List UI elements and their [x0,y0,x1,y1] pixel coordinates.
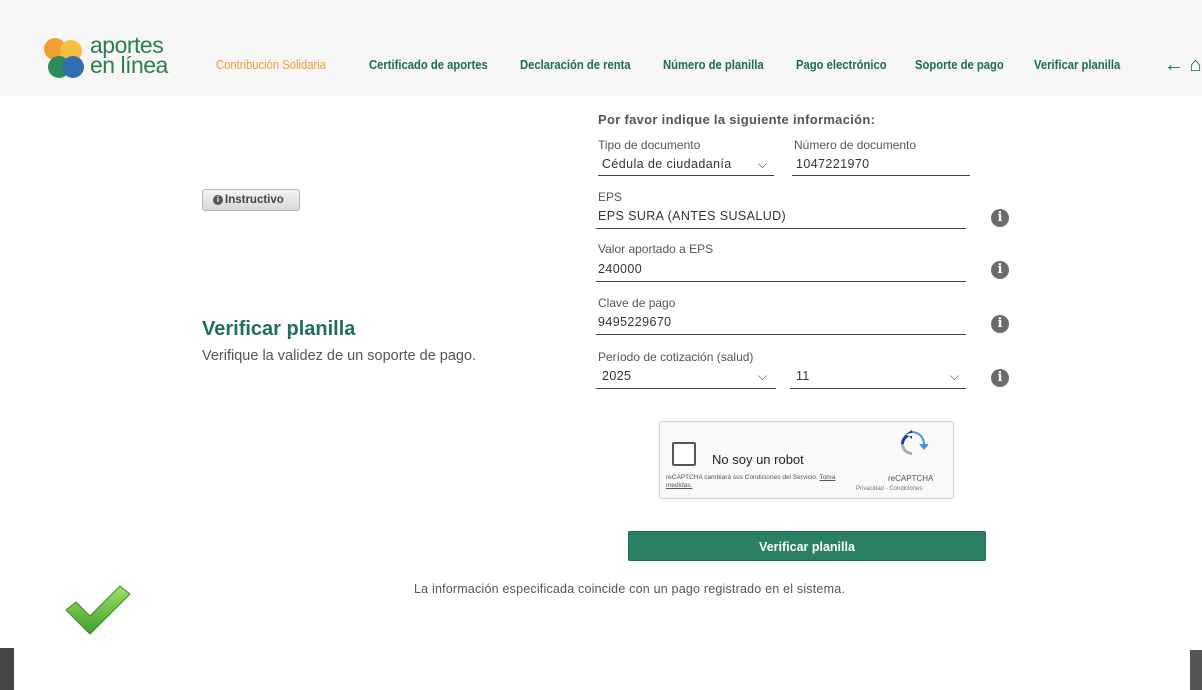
instructivo-button[interactable]: i Instructivo [202,189,300,211]
recaptcha-widget: No soy un robot reCAPTCHA cambiará sus C… [659,421,954,499]
periodo-month-underline [790,388,966,389]
clave-label: Clave de pago [598,296,676,310]
nav-numero-de-planilla[interactable]: Número de planilla [663,58,764,72]
clave-info-icon[interactable]: i [991,315,1009,333]
aportes-en-linea-logo[interactable]: aportes en línea [44,34,174,86]
page-subtitle: Verifique la validez de un soporte de pa… [202,348,477,364]
eps-info-icon[interactable]: i [991,209,1009,227]
nav-certificado-de-aportes[interactable]: Certificado de aportes [369,58,488,72]
valor-input[interactable]: 240000 [598,262,642,276]
right-edge-block [1190,650,1202,690]
eps-underline [596,228,966,229]
nav-declaracion-de-renta[interactable]: Declaración de renta [520,58,631,72]
doc-number-underline [792,175,970,176]
periodo-month-select[interactable]: 11 [796,369,810,383]
recaptcha-label: No soy un robot [712,452,804,467]
recaptcha-brand: reCAPTCHA [888,474,934,483]
logo-dot-blue [62,56,84,78]
doc-type-select[interactable]: Cédula de ciudadanía [602,157,732,171]
doc-type-label: Tipo de documento [598,138,701,152]
verificar-planilla-button[interactable]: Verificar planilla [628,531,986,561]
valor-info-icon[interactable]: i [991,261,1009,279]
result-message: La información especificada coincide con… [414,582,846,596]
left-edge-block [0,648,14,690]
clave-underline [596,334,966,335]
page-title: Verificar planilla [202,318,356,340]
top-bar: aportes en línea Contribución Solidaria … [0,0,1202,96]
doc-type-underline [598,175,774,176]
form-prompt: Por favor indique la siguiente informaci… [598,112,876,127]
recaptcha-terms[interactable]: Privacidad - Condiciones [856,486,922,492]
chevron-down-icon[interactable]: ⌵ [758,369,767,384]
doc-number-input[interactable]: 1047221970 [796,157,870,171]
valor-underline [596,281,966,282]
eps-label: EPS [598,190,623,204]
nav-pago-electronico[interactable]: Pago electrónico [796,58,887,72]
logo-text-line2: en línea [90,52,168,78]
chevron-down-icon[interactable]: ⌵ [758,157,767,172]
periodo-info-icon[interactable]: i [991,369,1009,387]
eps-input[interactable]: EPS SURA (ANTES SUSALUD) [598,209,786,223]
periodo-label: Período de cotización (salud) [598,350,754,364]
instructivo-label: Instructivo [225,194,284,206]
info-icon: i [213,195,223,205]
nav-verificar-planilla[interactable]: Verificar planilla [1034,58,1120,72]
recaptcha-notice-text: reCAPTCHA cambiará sus Condiciones del S… [666,474,818,481]
valor-label: Valor aportado a EPS [598,242,714,256]
nav-soporte-de-pago[interactable]: Soporte de pago [915,58,1004,72]
recaptcha-notice: reCAPTCHA cambiará sus Condiciones del S… [666,474,856,490]
checkmark-icon [65,585,131,635]
nav-contribucion-solidaria[interactable]: Contribución Solidaria [216,58,326,72]
periodo-year-underline [596,388,776,389]
chevron-down-icon[interactable]: ⌵ [950,369,959,384]
back-home-icons[interactable]: ← ⌂ [1164,54,1202,77]
recaptcha-logo-icon [901,430,928,455]
periodo-year-select[interactable]: 2025 [602,369,631,383]
recaptcha-checkbox[interactable] [672,442,696,466]
doc-number-label: Número de documento [794,138,917,152]
clave-input[interactable]: 9495229670 [598,315,672,329]
